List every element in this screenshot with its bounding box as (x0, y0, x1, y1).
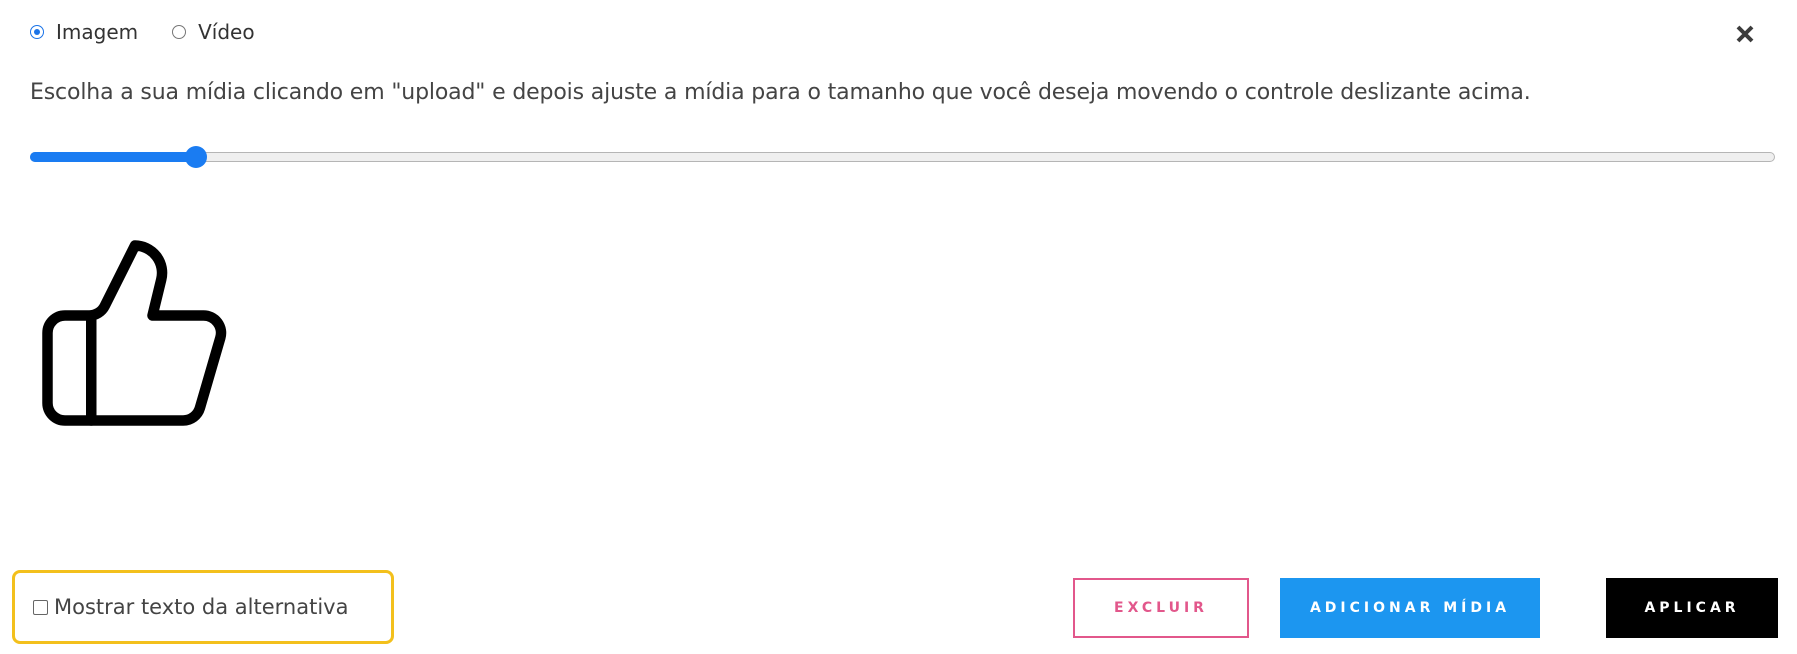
media-size-slider[interactable] (30, 146, 1775, 168)
thumbs-up-icon (42, 240, 227, 426)
close-icon (1736, 25, 1754, 43)
instructions-text: Escolha a sua mídia clicando em "upload"… (30, 80, 1531, 105)
radio-image-label: Imagem (56, 20, 139, 44)
radio-option-video[interactable]: Vídeo (172, 20, 255, 44)
close-button[interactable] (1733, 22, 1757, 46)
radio-video-label: Vídeo (198, 20, 255, 44)
radio-image[interactable] (30, 25, 44, 39)
slider-fill (30, 152, 196, 162)
radio-option-image[interactable]: Imagem (30, 20, 138, 44)
show-alt-text-checkbox[interactable] (33, 599, 48, 615)
show-alt-text-option[interactable]: Mostrar texto da alternativa (12, 570, 394, 644)
add-media-button[interactable]: ADICIONAR MÍDIA (1280, 578, 1540, 638)
show-alt-text-label: Mostrar texto da alternativa (54, 595, 349, 619)
slider-track[interactable] (30, 152, 1775, 162)
media-type-radio-group: Imagem Vídeo (30, 20, 255, 44)
apply-button[interactable]: APLICAR (1606, 578, 1778, 638)
media-preview (30, 228, 240, 438)
delete-button[interactable]: EXCLUIR (1073, 578, 1249, 638)
slider-thumb[interactable] (184, 146, 207, 168)
radio-video[interactable] (172, 25, 187, 39)
